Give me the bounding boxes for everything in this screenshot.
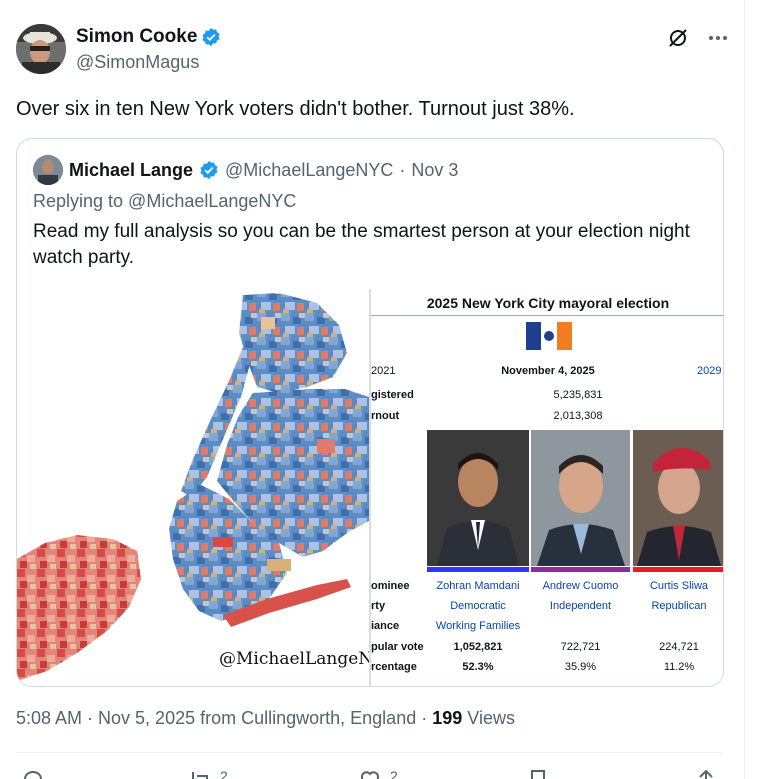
vote-percentage: 11.2% (663, 661, 695, 673)
party-link[interactable]: Independent (531, 600, 630, 612)
quoted-tweet-card[interactable]: Michael Lange @MichaelLangeNYC · Nov 3 R… (16, 138, 724, 687)
reply-icon[interactable] (22, 768, 46, 779)
verified-badge-icon (200, 160, 218, 180)
candidate-photo-mamdani[interactable] (427, 430, 529, 566)
registered-label: gistered (371, 389, 414, 401)
alliance-label: iance (371, 620, 400, 632)
grok-icon[interactable] (666, 26, 690, 50)
popular-vote-label: pular vote (371, 641, 424, 653)
next-year-link[interactable]: 2029 (697, 365, 721, 377)
more-options-icon[interactable] (706, 26, 730, 50)
quoted-tweet-text: Read my full analysis so you can be the … (33, 221, 690, 268)
footer-divider (16, 752, 722, 753)
vote-percentage: 52.3% (462, 661, 494, 673)
registered-value: 5,235,831 (553, 389, 603, 401)
percentage-label: rcentage (371, 661, 417, 673)
views-label: Views (467, 708, 515, 728)
turnout-label: rnout (371, 410, 400, 422)
party-link[interactable]: Democratic (427, 600, 529, 612)
nyc-flag-icon (526, 322, 572, 350)
tweet-text: Over six in ten New York voters didn't b… (16, 98, 575, 120)
like-icon[interactable] (358, 768, 382, 779)
nominee-label: ominee (371, 580, 410, 592)
author-avatar[interactable] (16, 24, 66, 74)
quoted-tweet-image[interactable]: @MichaelLangeNYC 2025 New York City mayo… (17, 289, 723, 686)
tweet-metadata: 5:08 AM · Nov 5, 2025 from Cullingworth,… (16, 708, 515, 729)
candidate-color-bar (531, 567, 630, 572)
separator-dot: · (421, 708, 433, 728)
infobox-rule (371, 315, 723, 316)
quoted-tweet-header: Michael Lange @MichaelLangeNYC · Nov 3 (33, 155, 458, 185)
repost-icon[interactable] (188, 768, 212, 779)
infobox-title: 2025 New York City mayoral election (426, 295, 670, 311)
party-label: rty (371, 600, 386, 612)
author-display-name[interactable]: Simon Cooke (76, 26, 197, 48)
alliance-link[interactable]: Working Families (427, 620, 529, 632)
author-name-row: Simon Cooke (76, 26, 221, 48)
vote-count: 1,052,821 (453, 641, 503, 653)
vote-percentage: 35.9% (564, 661, 597, 673)
tweet-timestamp[interactable]: 5:08 AM · Nov 5, 2025 from Cullingworth,… (16, 708, 416, 728)
repost-count: 2 (220, 768, 228, 779)
vote-count: 224,721 (659, 641, 699, 653)
tweet-top-actions (666, 26, 730, 50)
author-handle[interactable]: @SimonMagus (76, 52, 199, 73)
tweet-action-bar: 2 2 (0, 768, 744, 779)
candidate-color-bar (427, 567, 529, 572)
share-icon[interactable] (694, 768, 718, 779)
candidate-photo-cuomo[interactable] (531, 430, 630, 566)
turnout-value: 2,013,308 (553, 410, 603, 422)
quoted-author-handle[interactable]: @MichaelLangeNYC (225, 160, 393, 181)
candidate-photo-sliwa[interactable] (633, 430, 723, 566)
column-border (744, 0, 745, 779)
bookmark-icon[interactable] (526, 768, 550, 779)
election-infobox: 2025 New York City mayoral election 2021… (369, 289, 723, 686)
party-link[interactable]: Republican (633, 600, 723, 612)
quoted-author-name[interactable]: Michael Lange (69, 160, 193, 181)
candidate-color-bar (633, 567, 723, 572)
views-count: 199 (432, 708, 463, 728)
separator-dot: · (399, 159, 406, 180)
candidate-name-link[interactable]: Zohran Mamdani (427, 580, 529, 592)
election-date: November 4, 2025 (501, 365, 595, 377)
prev-year[interactable]: 2021 (371, 365, 395, 377)
quoted-tweet-date[interactable]: Nov 3 (411, 160, 458, 181)
vote-count: 722,721 (560, 641, 601, 653)
quoted-author-avatar[interactable] (33, 155, 63, 185)
candidate-name-link[interactable]: Andrew Cuomo (531, 580, 630, 592)
candidate-name-link[interactable]: Curtis Sliwa (633, 580, 723, 592)
replying-to-label: Replying to @MichaelLangeNYC (33, 191, 297, 211)
nyc-results-map (17, 293, 369, 681)
verified-badge-icon (202, 27, 220, 47)
like-count: 2 (390, 768, 398, 779)
